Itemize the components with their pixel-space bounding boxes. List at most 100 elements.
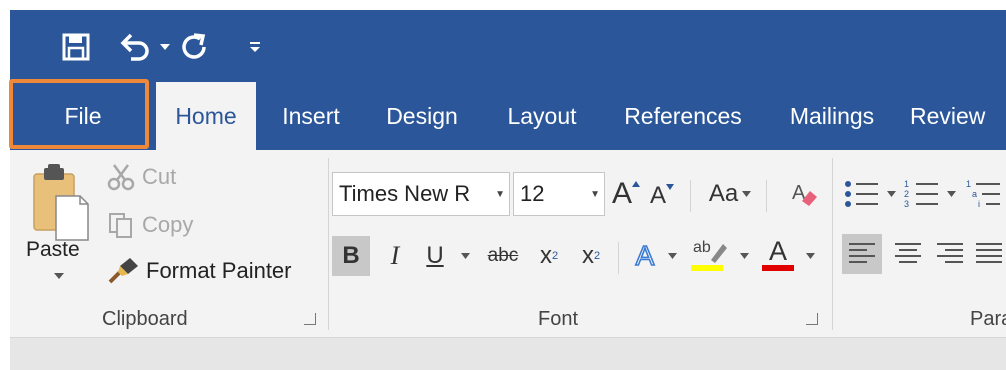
chevron-down-icon [805, 253, 815, 259]
align-left-button[interactable] [842, 234, 882, 274]
shrink-font-button[interactable]: A [646, 176, 678, 216]
chevron-down-icon [946, 191, 956, 197]
copy-label: Copy [142, 212, 194, 237]
group-separator [832, 158, 833, 330]
redo-button[interactable] [174, 30, 214, 64]
divider [618, 242, 619, 274]
font-color-dropdown[interactable] [802, 236, 818, 276]
svg-text:1: 1 [966, 179, 971, 189]
window-left-margin [0, 10, 10, 370]
scissors-icon [107, 164, 135, 191]
underline-button[interactable]: U [420, 236, 450, 276]
superscript-button[interactable]: x2 [574, 236, 608, 276]
superscript-label: x [581, 242, 594, 269]
font-color-button[interactable]: A [758, 234, 798, 274]
chevron-down-icon [739, 253, 749, 259]
customize-qat-button[interactable] [246, 30, 264, 64]
bullets-dropdown[interactable] [884, 174, 898, 214]
bullets-icon [845, 181, 878, 207]
ribbon-tabs: File Home Insert Design Layout Reference… [10, 82, 1006, 150]
chevron-down-icon [54, 273, 64, 279]
undo-dropdown[interactable] [156, 30, 174, 64]
tab-mailings[interactable]: Mailings [774, 82, 890, 150]
paste-icon [33, 164, 89, 241]
paste-button[interactable] [28, 160, 98, 290]
font-name-value: Times New R [339, 181, 471, 206]
numbering-icon: 1 2 3 [904, 179, 938, 209]
tab-insert[interactable]: Insert [264, 82, 358, 150]
subscript-button[interactable]: x2 [532, 236, 566, 276]
undo-button[interactable] [116, 30, 156, 64]
highlight-button[interactable]: ab [686, 234, 732, 274]
text-effects-dropdown[interactable] [664, 236, 680, 276]
copy-button[interactable]: Copy [106, 210, 193, 240]
chevron-down-icon [460, 253, 470, 259]
undo-icon [120, 33, 149, 61]
superscript-mark: 2 [593, 250, 601, 262]
divider [766, 180, 767, 212]
paste-dropdown[interactable] [54, 272, 64, 283]
bold-button[interactable]: B [332, 236, 370, 276]
paragraph-group-label: Para [970, 308, 1006, 330]
font-size-combo[interactable]: 12 ▼ [513, 172, 605, 216]
svg-text:1: 1 [904, 179, 909, 189]
format-painter-icon [108, 258, 138, 284]
underline-dropdown[interactable] [456, 236, 474, 276]
caret-down-icon [666, 184, 674, 190]
italic-button[interactable]: I [380, 236, 410, 276]
copy-icon [109, 213, 132, 238]
highlight-dropdown[interactable] [736, 236, 752, 276]
tab-design[interactable]: Design [372, 82, 472, 150]
grow-font-button[interactable]: A [610, 174, 642, 214]
tab-home[interactable]: Home [156, 82, 256, 150]
subscript-label: x [539, 242, 552, 269]
tab-layout[interactable]: Layout [492, 82, 592, 150]
svg-text:3: 3 [904, 199, 909, 209]
grow-font-label: A [611, 177, 632, 210]
highlighter-icon: ab [691, 239, 727, 271]
customize-qat-icon [250, 42, 260, 52]
text-effects-button[interactable]: A [630, 236, 660, 276]
caret-up-icon [632, 181, 640, 187]
save-icon [62, 33, 90, 61]
quick-access-toolbar [56, 30, 264, 64]
format-painter-button[interactable]: Format Painter [106, 256, 292, 286]
svg-text:i: i [978, 199, 980, 209]
change-case-button[interactable]: Aa [702, 174, 758, 214]
align-center-icon [895, 243, 921, 263]
document-area-top [10, 338, 1006, 370]
chevron-down-icon[interactable]: ▼ [495, 189, 505, 200]
chevron-down-icon[interactable]: ▼ [590, 189, 600, 200]
svg-text:2: 2 [904, 189, 909, 199]
clear-formatting-button[interactable]: A [786, 174, 822, 214]
save-button[interactable] [56, 30, 96, 64]
justify-button[interactable] [972, 234, 1006, 274]
tab-review[interactable]: Review [910, 82, 1006, 150]
numbering-button[interactable]: 1 2 3 [902, 174, 942, 214]
divider [690, 180, 691, 212]
chevron-down-icon [742, 191, 752, 197]
change-case-label: Aa [708, 180, 739, 207]
ribbon-home: Paste Cut Copy Format Painter Clipboard … [10, 150, 1006, 338]
subscript-mark: 2 [551, 250, 559, 262]
align-center-button[interactable] [888, 234, 928, 274]
bullets-button[interactable] [842, 174, 882, 214]
tab-references[interactable]: References [614, 82, 752, 150]
multilevel-list-icon: 1 a i [966, 179, 1000, 209]
font-dialog-launcher[interactable] [806, 313, 818, 325]
strikethrough-button[interactable]: abc [480, 236, 526, 276]
clipboard-dialog-launcher[interactable] [304, 313, 316, 325]
align-right-button[interactable] [930, 234, 970, 274]
justify-icon [976, 243, 1002, 263]
numbering-dropdown[interactable] [944, 174, 958, 214]
clipboard-group-label: Clipboard [102, 308, 188, 330]
cut-button[interactable]: Cut [106, 162, 176, 192]
clear-formatting-icon: A [792, 182, 817, 206]
svg-text:a: a [972, 189, 977, 199]
multilevel-list-button[interactable]: 1 a i [964, 174, 1004, 214]
align-right-icon [937, 243, 963, 263]
align-left-icon [849, 243, 875, 263]
font-size-value: 12 [520, 181, 545, 206]
title-bar [10, 10, 1006, 82]
font-name-combo[interactable]: Times New R ▼ [332, 172, 510, 216]
